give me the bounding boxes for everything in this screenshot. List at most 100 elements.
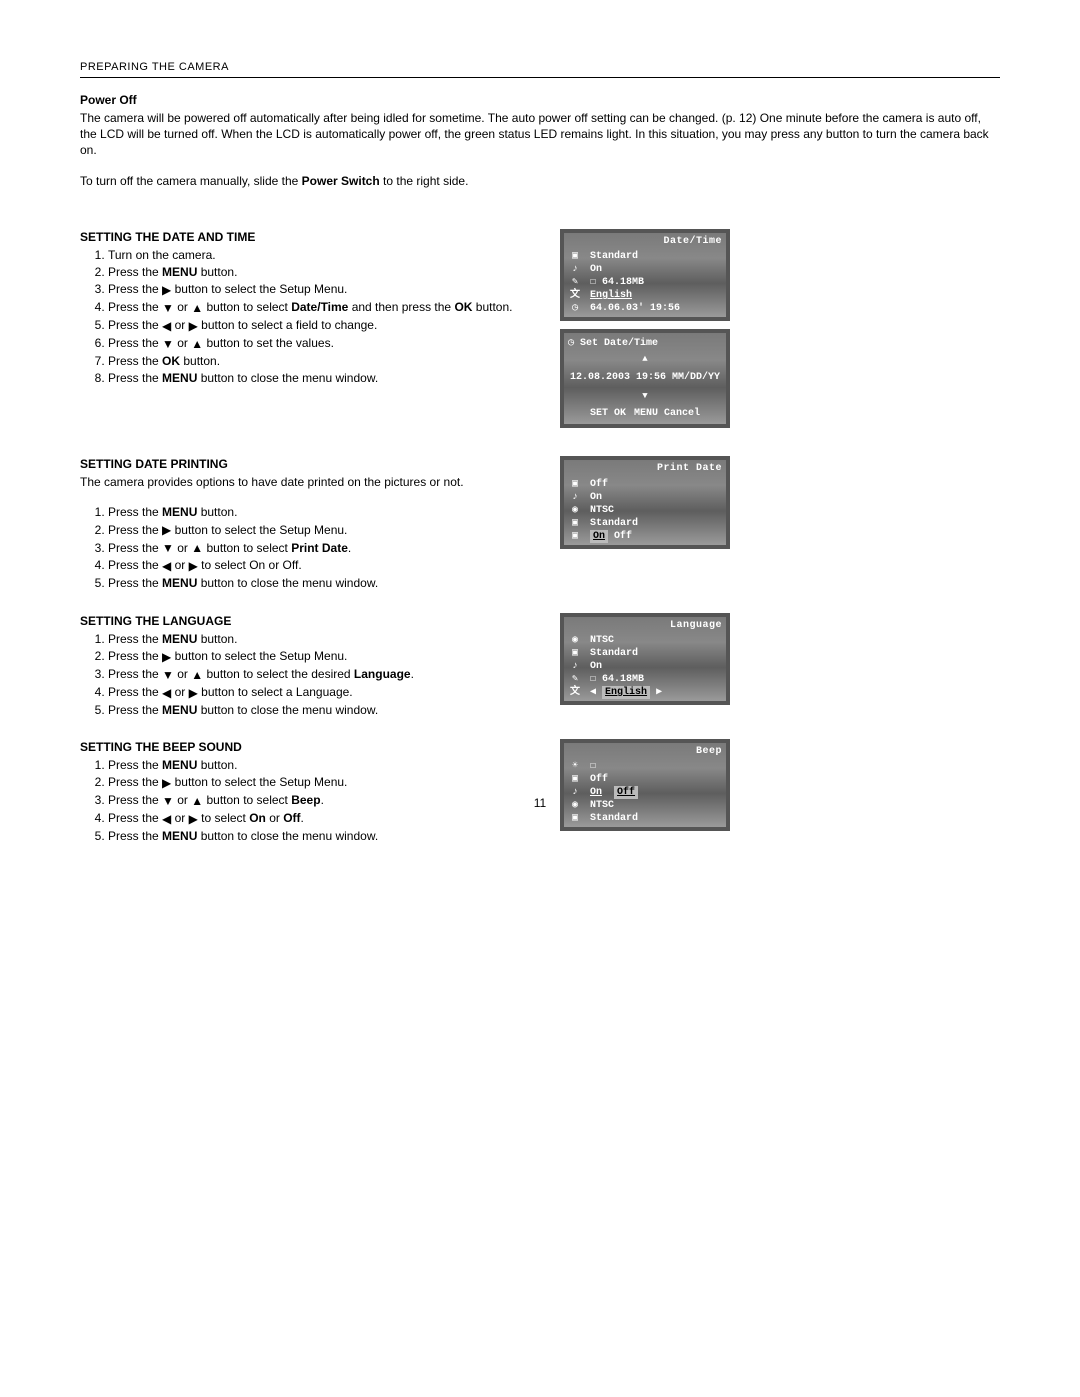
list-item: Press the ◀ or ▶ button to select a fiel… xyxy=(108,317,540,334)
text-fragment: to the right side. xyxy=(380,174,469,188)
list-item: Press the MENU button to close the menu … xyxy=(108,702,540,718)
list-item: Press the ◀ or ▶ button to select a Lang… xyxy=(108,684,540,701)
list-item: Press the ▼ or ▲ button to select the de… xyxy=(108,666,540,683)
text-fragment: Press the xyxy=(108,632,162,646)
text-fragment: Press the xyxy=(108,505,162,519)
text-fragment: Press the xyxy=(108,667,162,681)
text-fragment: or xyxy=(174,300,191,314)
brightness-icon: ☀ xyxy=(568,760,582,773)
beep-icon: ♪ xyxy=(568,660,582,673)
menu-value: Standard xyxy=(582,517,638,530)
down-arrow-icon: ▼ xyxy=(162,300,174,316)
text-fragment: and then press the xyxy=(348,300,454,314)
text-fragment: button to select the Setup Menu. xyxy=(171,775,347,789)
list-item: Press the MENU button. xyxy=(108,264,540,280)
ok-label: OK xyxy=(454,300,472,314)
screenshot-datetime-menu: Date/Time ▣Standard ♪On ✎☐ 64.18MB 文Engl… xyxy=(560,229,730,322)
list-item: Press the MENU button. xyxy=(108,757,540,773)
menu-value: On Off xyxy=(582,530,632,543)
right-arrow-icon: ▶ xyxy=(189,558,198,574)
left-arrow-icon: ◀ xyxy=(162,318,171,334)
on-label: On xyxy=(249,811,266,825)
menu-label: MENU xyxy=(162,371,197,385)
list-item: Turn on the camera. xyxy=(108,247,540,263)
up-arrow-icon: ▲ xyxy=(191,667,203,683)
left-arrow-icon: ◀ xyxy=(162,811,171,827)
text-fragment: button. xyxy=(197,632,237,646)
menu-value: 64.06.03' 19:56 xyxy=(582,302,680,315)
menu-label: MENU xyxy=(162,703,197,717)
text-fragment: . xyxy=(411,667,414,681)
list-item: Press the MENU button. xyxy=(108,631,540,647)
menu-value: On xyxy=(582,660,602,673)
print-date-intro: The camera provides options to have date… xyxy=(80,474,540,490)
manual-page: PREPARING THE CAMERA Power Off The camer… xyxy=(0,0,1080,1397)
section-beep: SETTING THE BEEP SOUND Press the MENU bu… xyxy=(80,739,1000,845)
section-language: SETTING THE LANGUAGE Press the MENU butt… xyxy=(80,613,1000,719)
language-steps: Press the MENU button. Press the ▶ butto… xyxy=(80,631,540,718)
screenshot-set-datetime: ◷ Set Date/Time ▲ 12.08.2003 19:56 MM/DD… xyxy=(560,329,730,428)
section-print-date: SETTING DATE PRINTING The camera provide… xyxy=(80,456,1000,593)
text-fragment: Press the xyxy=(108,354,162,368)
format-icon: ✎ xyxy=(568,276,582,289)
selected-language: English xyxy=(602,686,650,699)
menu-label: MENU xyxy=(162,505,197,519)
right-arrow-icon: ▶ xyxy=(162,282,171,298)
text-fragment: to select On or Off. xyxy=(198,558,302,572)
text-fragment: To turn off the camera manually, slide t… xyxy=(80,174,302,188)
up-arrow-icon: ▲ xyxy=(566,353,724,365)
cancel-control: MENU Cancel xyxy=(634,408,700,419)
text-fragment: . xyxy=(301,811,304,825)
power-off-heading: Power Off xyxy=(80,92,1000,108)
list-item: Press the OK button. xyxy=(108,353,540,369)
text-fragment: button to close the menu window. xyxy=(197,829,378,843)
text-fragment: Press the xyxy=(108,541,162,555)
list-item: Press the ▶ button to select the Setup M… xyxy=(108,774,540,791)
power-icon: ▣ xyxy=(568,773,582,786)
page-number: 11 xyxy=(0,795,1080,811)
down-arrow-icon: ▼ xyxy=(162,667,174,683)
print-date-heading: SETTING DATE PRINTING xyxy=(80,456,540,472)
list-item: Press the MENU button. xyxy=(108,504,540,520)
text-fragment: button. xyxy=(472,300,512,314)
text-fragment: or xyxy=(171,685,188,699)
list-item: Press the MENU button to close the menu … xyxy=(108,575,540,591)
text-fragment: button to select the Setup Menu. xyxy=(171,649,347,663)
screenshot-print-date: Print Date ▣Off ♪On ◉NTSC ▣Standard ▣On … xyxy=(560,456,730,549)
format-icon: ✎ xyxy=(568,673,582,686)
down-arrow-icon: ▼ xyxy=(566,390,724,402)
right-arrow-icon: ▶ xyxy=(162,522,171,538)
power-switch-label: Power Switch xyxy=(302,174,380,188)
section-date-time: SETTING THE DATE AND TIME Turn on the ca… xyxy=(80,229,1000,436)
selected-on: On xyxy=(590,530,608,543)
page-header: PREPARING THE CAMERA xyxy=(80,60,1000,78)
date-time-label: Date/Time xyxy=(291,300,348,314)
text-fragment: button to select xyxy=(203,300,291,314)
menu-value: On xyxy=(582,263,602,276)
list-item: Press the ▼ or ▲ button to select Date/T… xyxy=(108,299,540,316)
beep-icon: ♪ xyxy=(568,491,582,504)
off-label: Off xyxy=(283,811,300,825)
text-fragment: button. xyxy=(180,354,220,368)
menu-value: ◀ English ▶ xyxy=(582,686,662,699)
datetime-value: 12.08.2003 19:56 MM/DD/YY xyxy=(566,365,724,391)
menu-label: MENU xyxy=(162,758,197,772)
screenshot-language: Language ◉NTSC ▣Standard ♪On ✎☐ 64.18MB … xyxy=(560,613,730,706)
right-arrow-icon: ▶ xyxy=(189,811,198,827)
text-fragment: Press the xyxy=(108,558,162,572)
list-item: Press the ◀ or ▶ to select On or Off. xyxy=(108,557,540,574)
right-arrow-icon: ▶ xyxy=(162,775,171,791)
down-arrow-icon: ▼ xyxy=(162,336,174,352)
menu-value: English xyxy=(582,289,632,302)
text-fragment: Press the xyxy=(108,685,162,699)
beep-icon: ♪ xyxy=(568,263,582,276)
text-fragment: Press the xyxy=(108,318,162,332)
left-arrow-icon: ◀ xyxy=(162,558,171,574)
screenshot-title: Beep xyxy=(566,745,724,761)
menu-label: MENU xyxy=(162,632,197,646)
folder-icon: ▣ xyxy=(568,517,582,530)
folder-icon: ▣ xyxy=(568,250,582,263)
text-fragment: Press the xyxy=(108,523,162,537)
tv-icon: ◉ xyxy=(568,504,582,517)
date-time-steps: Turn on the camera. Press the MENU butto… xyxy=(80,247,540,386)
